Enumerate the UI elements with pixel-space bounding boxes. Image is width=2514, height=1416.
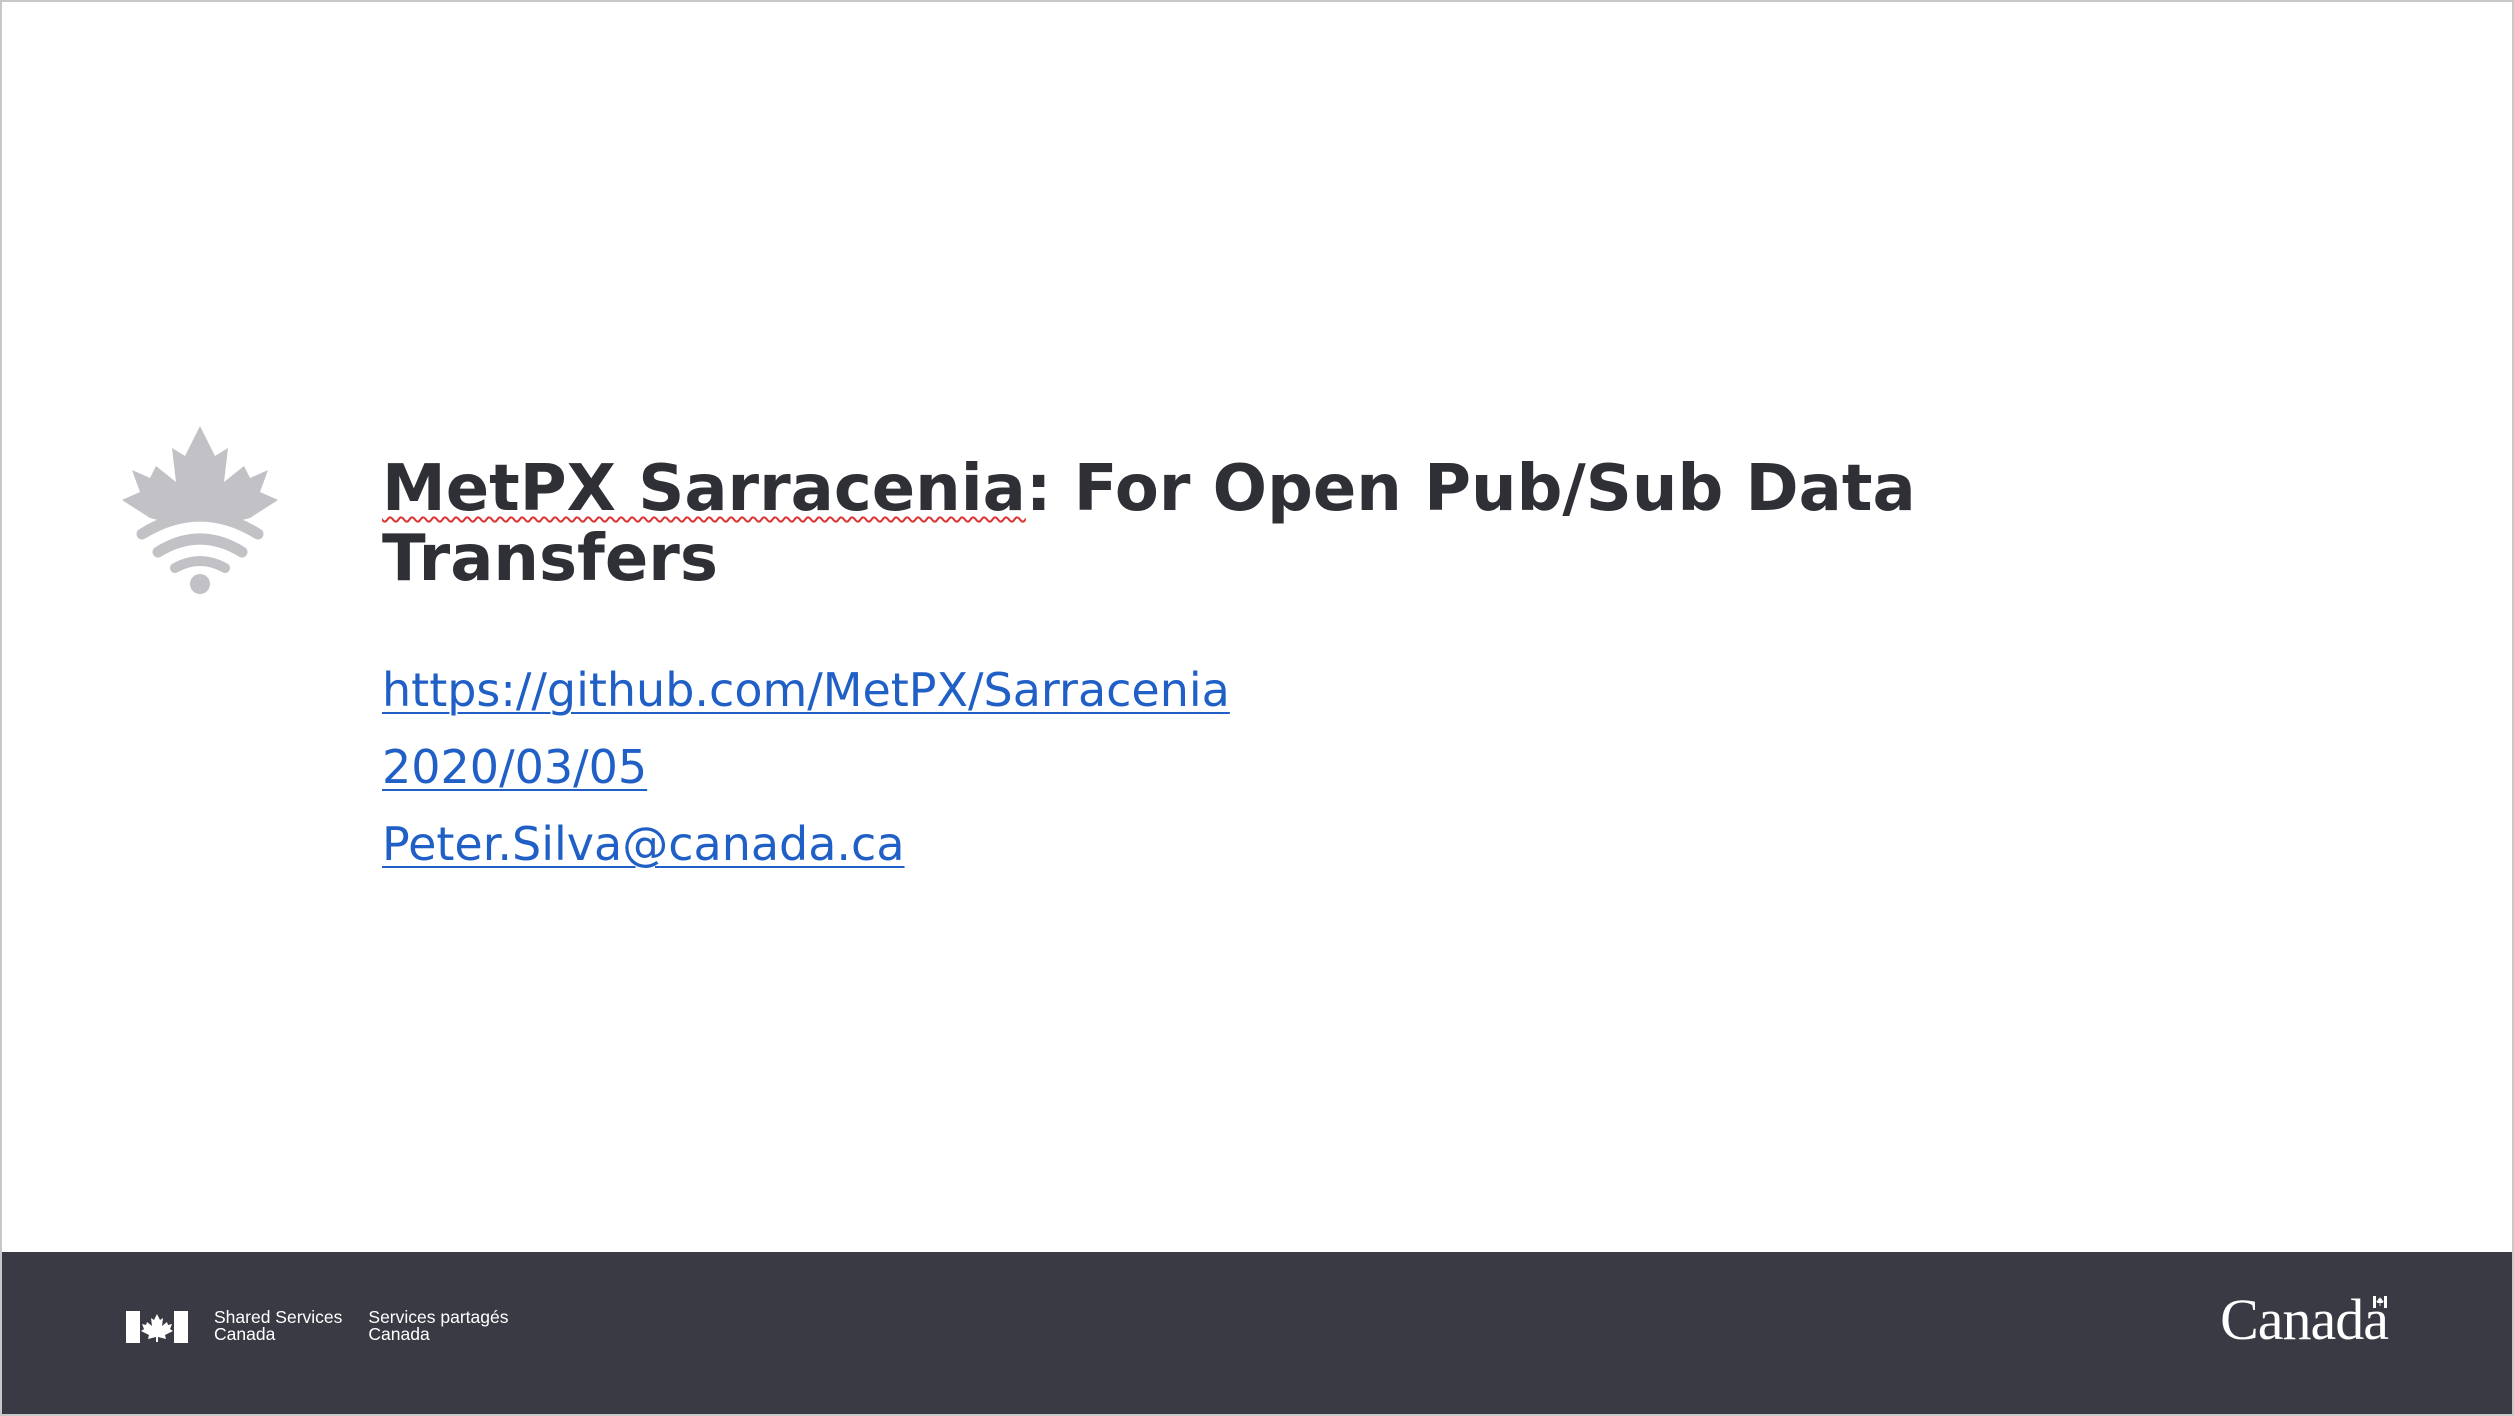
list-item: https://github.com/MetPX/Sarracenia xyxy=(382,658,1230,735)
slide-footer: Shared Services Canada Services partagés… xyxy=(2,1252,2512,1414)
title-product-name: MetPX Sarracenia xyxy=(382,452,1026,526)
slide-title: MetPX Sarracenia: For Open Pub/Sub Data … xyxy=(382,454,2022,594)
list-item: 2020/03/05 xyxy=(382,735,1230,812)
maple-leaf-wifi-icon xyxy=(122,426,278,594)
slide-links-list: https://github.com/MetPX/Sarracenia 2020… xyxy=(382,658,1230,889)
ssc-name-english: Shared Services Canada xyxy=(214,1307,343,1344)
date-link[interactable]: 2020/03/05 xyxy=(382,740,647,794)
ssc-name-french: Services partagés Canada xyxy=(368,1307,509,1344)
list-item: Peter.Silva@canada.ca xyxy=(382,812,1230,889)
ssc-signature: Shared Services Canada Services partagés… xyxy=(126,1307,509,1344)
email-link[interactable]: Peter.Silva@canada.ca xyxy=(382,817,905,871)
presentation-slide: MetPX Sarracenia: For Open Pub/Sub Data … xyxy=(0,0,2514,1416)
canada-wordmark: Canada xyxy=(2220,1287,2389,1352)
github-link[interactable]: https://github.com/MetPX/Sarracenia xyxy=(382,663,1230,717)
canada-flag-icon xyxy=(126,1311,188,1343)
wordmark-flag-icon xyxy=(2373,1296,2387,1308)
